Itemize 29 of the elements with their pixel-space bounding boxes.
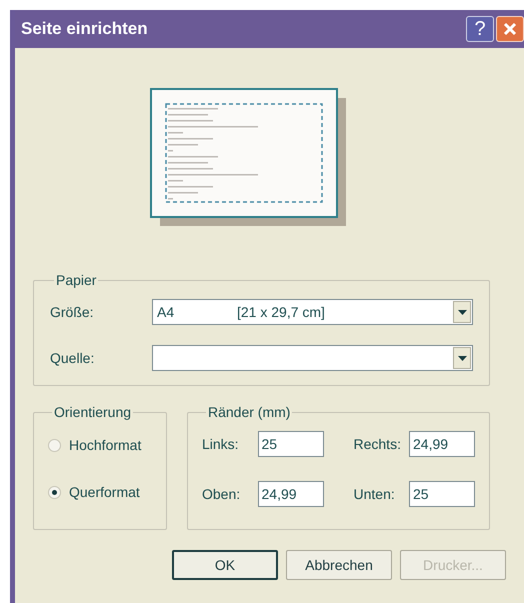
group-title: Papier bbox=[55, 271, 98, 290]
radio-option[interactable]: Hochformat bbox=[48, 435, 152, 456]
dialog-button[interactable]: Abbrechen bbox=[286, 550, 392, 580]
dropdown-field[interactable] bbox=[152, 345, 473, 371]
field-label: Rechts: bbox=[354, 434, 401, 454]
dropdown-value-detail: [21 x 29,7 cm] bbox=[237, 302, 325, 322]
window-title: Seite einrichten bbox=[21, 18, 149, 40]
close-icon bbox=[503, 22, 517, 36]
radio-button[interactable] bbox=[48, 439, 61, 452]
help-button[interactable]: ? bbox=[466, 16, 494, 42]
field-label: Quelle: bbox=[50, 348, 96, 368]
close-button[interactable] bbox=[496, 16, 524, 42]
dropdown-arrow-icon bbox=[458, 356, 466, 360]
field-label: Oben: bbox=[202, 484, 240, 504]
group-title: Ränder (mm) bbox=[207, 403, 292, 422]
dropdown-arrow-icon bbox=[458, 310, 466, 314]
input-field[interactable]: 25 bbox=[409, 481, 475, 507]
field-label: Größe: bbox=[50, 302, 95, 322]
dialog-button[interactable]: OK bbox=[172, 550, 278, 580]
dropdown-field[interactable]: A4 [21 x 29,7 cm] bbox=[152, 299, 473, 325]
radio-button[interactable] bbox=[48, 486, 61, 499]
input-field[interactable]: 25 bbox=[258, 431, 324, 457]
input-field[interactable]: 24,99 bbox=[258, 481, 324, 507]
group-title: Orientierung bbox=[53, 403, 132, 422]
field-label: Unten: bbox=[354, 484, 395, 504]
dropdown-value: A4 bbox=[157, 302, 176, 322]
radio-option[interactable]: Querformat bbox=[48, 482, 152, 503]
input-field[interactable]: 24,99 bbox=[409, 431, 475, 457]
field-label: Links: bbox=[202, 434, 239, 454]
